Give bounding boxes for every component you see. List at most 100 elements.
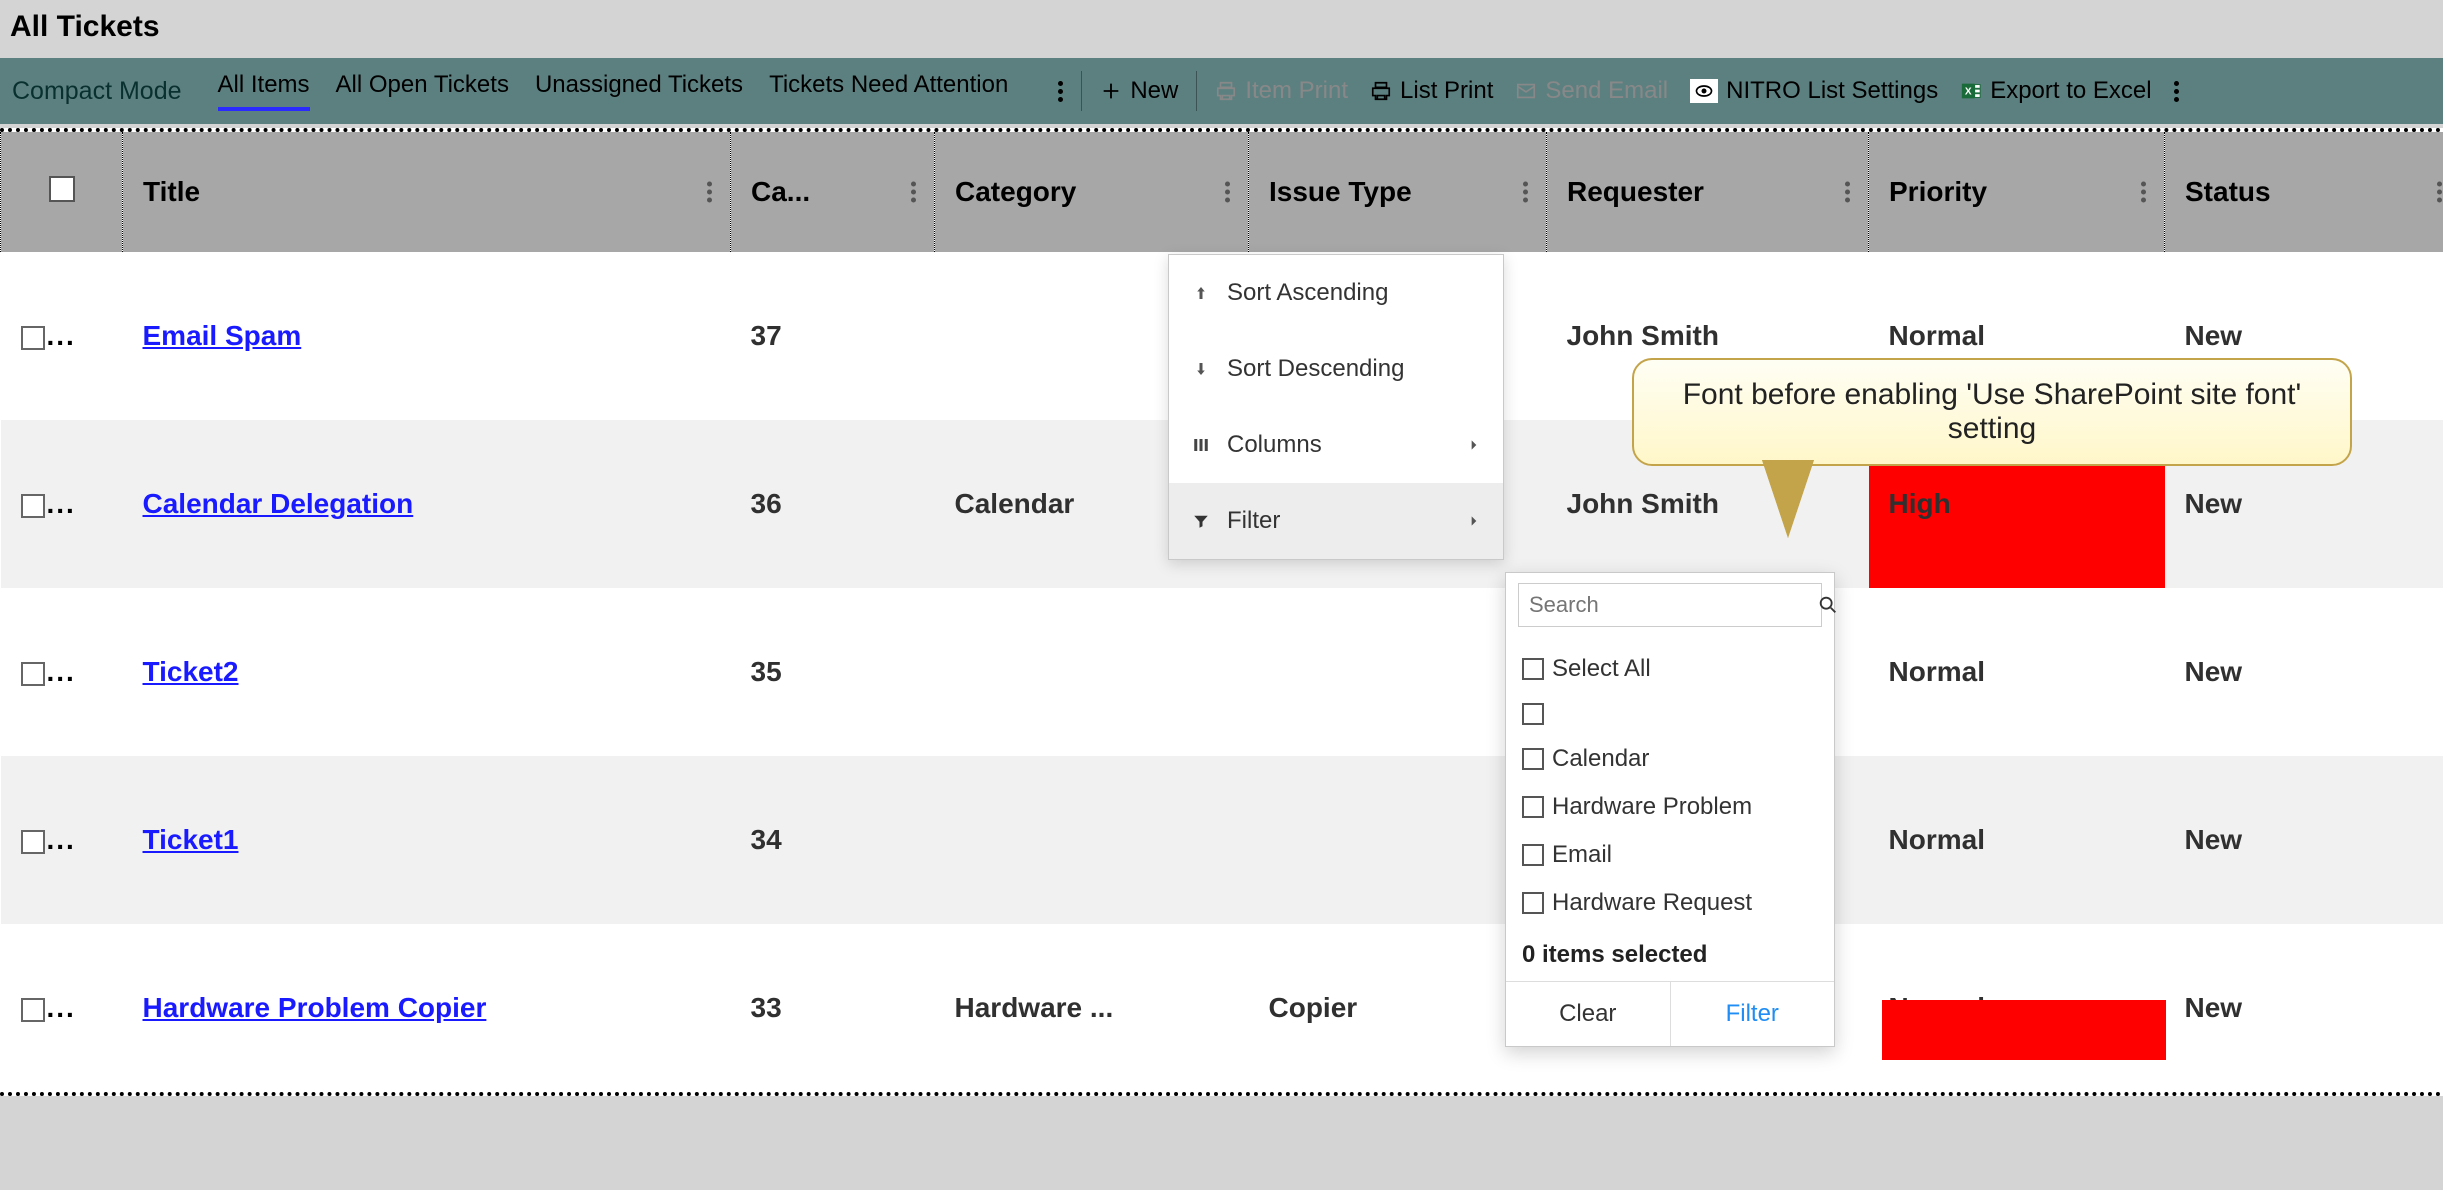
chevron-right-icon	[1467, 514, 1481, 528]
views-overflow-icon[interactable]	[1048, 81, 1073, 102]
row-priority: Normal	[1869, 588, 2165, 756]
view-unassigned-tickets[interactable]: Unassigned Tickets	[523, 65, 755, 117]
columns-icon	[1191, 435, 1211, 455]
column-menu-icon[interactable]	[2437, 182, 2442, 203]
view-tickets-need-attention[interactable]: Tickets Need Attention	[757, 65, 1020, 117]
select-all-label: Select All	[1552, 655, 1651, 683]
row-select[interactable]: ...	[1, 924, 123, 1092]
item-print-button[interactable]: Item Print	[1205, 73, 1358, 109]
view-all-items[interactable]: All Items	[206, 65, 322, 117]
row-status: New	[2165, 924, 2443, 1092]
row-title: Calendar Delegation	[123, 420, 731, 588]
column-menu-icon[interactable]	[1845, 182, 1850, 203]
header-select-all[interactable]	[1, 132, 123, 252]
row-actions-icon[interactable]: ...	[47, 656, 76, 688]
row-actions-icon[interactable]: ...	[47, 824, 76, 856]
compact-mode-label[interactable]: Compact Mode	[12, 77, 182, 106]
checkbox-icon[interactable]	[1522, 748, 1544, 770]
arrow-up-icon	[1191, 283, 1211, 303]
export-excel-button[interactable]: X Export to Excel	[1950, 73, 2161, 109]
new-button[interactable]: New	[1090, 73, 1188, 109]
column-menu-icon[interactable]	[2141, 182, 2146, 203]
row-title: Hardware Problem Copier	[123, 924, 731, 1092]
filter-option[interactable]: Email	[1522, 831, 1818, 879]
checkbox-icon[interactable]	[1522, 844, 1544, 866]
column-menu-icon[interactable]	[1523, 182, 1528, 203]
ticket-link[interactable]: Hardware Problem Copier	[143, 992, 487, 1023]
header-title[interactable]: Title	[123, 132, 731, 252]
sort-ascending[interactable]: Sort Ascending	[1169, 255, 1503, 331]
header-status-label: Status	[2185, 176, 2271, 207]
column-context-menu: Sort Ascending Sort Descending Columns F…	[1168, 254, 1504, 560]
sort-descending[interactable]: Sort Descending	[1169, 331, 1503, 407]
row-actions-icon[interactable]: ...	[47, 488, 76, 520]
row-select[interactable]: ...	[1, 588, 123, 756]
header-priority[interactable]: Priority	[1869, 132, 2165, 252]
filter-option-label: Hardware Problem	[1552, 793, 1752, 821]
checkbox-icon[interactable]	[1522, 703, 1544, 725]
row-issue: Copier	[1249, 924, 1547, 1092]
row-category	[935, 756, 1249, 924]
search-icon[interactable]	[1817, 594, 1839, 616]
annotation-callout: Font before enabling 'Use SharePoint sit…	[1632, 358, 2352, 466]
header-title-label: Title	[143, 176, 200, 207]
checkbox-icon[interactable]	[1522, 892, 1544, 914]
toolbar: Compact Mode All Items All Open Tickets …	[0, 58, 2443, 124]
checkbox-icon[interactable]	[49, 176, 75, 202]
ticket-grid: Title Ca... Category Issue Type Requeste…	[0, 128, 2443, 1096]
ticket-link[interactable]: Ticket1	[143, 824, 239, 855]
filter-apply-button[interactable]: Filter	[1671, 982, 1835, 1046]
header-status[interactable]: Status	[2165, 132, 2443, 252]
column-menu-icon[interactable]	[911, 182, 916, 203]
row-select[interactable]: ...	[1, 252, 123, 420]
checkbox-icon[interactable]	[21, 662, 45, 686]
filter-select-all[interactable]: Select All	[1522, 645, 1818, 693]
filter-submenu[interactable]: Filter	[1169, 483, 1503, 559]
sort-asc-label: Sort Ascending	[1227, 279, 1388, 307]
filter-option[interactable]	[1522, 693, 1818, 735]
item-print-label: Item Print	[1245, 77, 1348, 105]
list-print-button[interactable]: List Print	[1360, 73, 1503, 109]
ticket-link[interactable]: Email Spam	[143, 320, 302, 351]
header-requester[interactable]: Requester	[1547, 132, 1869, 252]
filter-option[interactable]: Hardware Problem	[1522, 783, 1818, 831]
ticket-link[interactable]: Calendar Delegation	[143, 488, 414, 519]
filter-popup: Select All Calendar Hardware Problem Ema…	[1505, 572, 1835, 1047]
arrow-down-icon	[1191, 359, 1211, 379]
column-menu-icon[interactable]	[1225, 182, 1230, 203]
separator	[1081, 71, 1082, 111]
send-email-label: Send Email	[1545, 77, 1668, 105]
view-all-open-tickets[interactable]: All Open Tickets	[324, 65, 521, 117]
checkbox-icon[interactable]	[21, 326, 45, 350]
header-category[interactable]: Category	[935, 132, 1249, 252]
filter-search[interactable]	[1518, 583, 1822, 627]
checkbox-icon[interactable]	[1522, 796, 1544, 818]
checkbox-icon[interactable]	[21, 494, 45, 518]
toolbar-overflow-icon[interactable]	[2164, 81, 2189, 102]
checkbox-icon[interactable]	[21, 830, 45, 854]
callout-text: Font before enabling 'Use SharePoint sit…	[1683, 378, 2302, 445]
column-menu-icon[interactable]	[707, 182, 712, 203]
send-email-button[interactable]: Send Email	[1505, 73, 1678, 109]
ticket-link[interactable]: Ticket2	[143, 656, 239, 687]
nitro-label: NITRO List Settings	[1726, 77, 1938, 105]
filter-search-input[interactable]	[1529, 592, 1817, 618]
header-case[interactable]: Ca...	[731, 132, 935, 252]
nitro-list-settings-button[interactable]: NITRO List Settings	[1680, 73, 1948, 109]
filter-clear-button[interactable]: Clear	[1506, 982, 1671, 1046]
checkbox-icon[interactable]	[1522, 658, 1544, 680]
row-select[interactable]: ...	[1, 420, 123, 588]
list-print-label: List Print	[1400, 77, 1493, 105]
filter-option[interactable]: Hardware Request	[1522, 879, 1818, 927]
columns-submenu[interactable]: Columns	[1169, 407, 1503, 483]
header-category-label: Category	[955, 176, 1076, 207]
checkbox-icon[interactable]	[21, 998, 45, 1022]
filter-option[interactable]: Calendar	[1522, 735, 1818, 783]
row-actions-icon[interactable]: ...	[47, 320, 76, 352]
header-issue-type[interactable]: Issue Type	[1249, 132, 1547, 252]
row-case: 35	[731, 588, 935, 756]
header-issue-label: Issue Type	[1269, 176, 1412, 207]
table-row: ...Ticket235NormalNew	[1, 588, 2443, 756]
row-select[interactable]: ...	[1, 756, 123, 924]
row-actions-icon[interactable]: ...	[47, 992, 76, 1024]
